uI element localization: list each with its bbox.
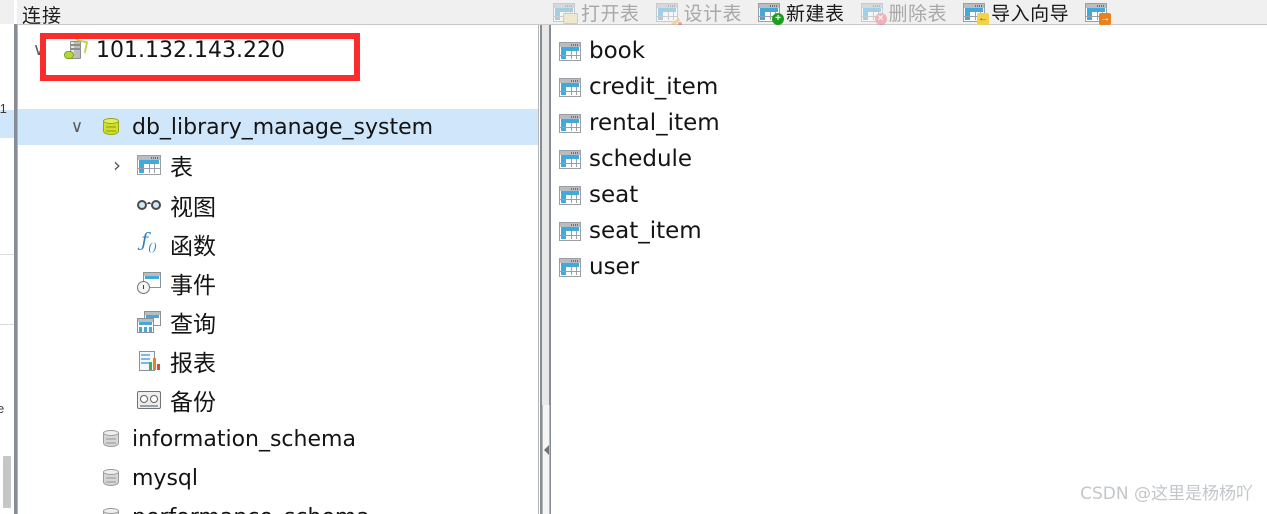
pane-splitter[interactable]	[540, 25, 551, 514]
table-icon	[559, 41, 581, 61]
watermark: CSDN @这里是杨杨吖	[1080, 484, 1253, 504]
toolbar-export-wizard-button[interactable]: →	[1085, 0, 1120, 25]
toolbar-delete-table-label: 删除表	[888, 2, 948, 25]
table-icon	[559, 221, 581, 241]
export-arrow-badge: →	[1099, 12, 1112, 25]
queries-icon	[136, 309, 162, 335]
list-item[interactable]: schedule	[559, 141, 692, 177]
tree-node-backup-label: 备份	[170, 390, 216, 416]
tree-node-mysql[interactable]: mysql	[18, 460, 538, 496]
list-item-label: seat_item	[589, 218, 702, 244]
database-grey-icon	[98, 465, 124, 491]
open-table-icon	[553, 2, 578, 24]
twisty-open-icon[interactable]	[28, 32, 50, 68]
navicat-window: [1 e ) 连接 打开表 设计表	[0, 0, 1267, 514]
tree-node-events[interactable]: 事件	[18, 265, 538, 301]
toolbar-new-table-label: 新建表	[786, 2, 845, 25]
left-strip-glyph-1: [1	[0, 101, 7, 116]
tree-node-queries[interactable]: 查询	[18, 304, 538, 340]
delete-table-icon: ×	[860, 2, 887, 25]
list-item[interactable]: user	[559, 249, 639, 285]
tree-node-database[interactable]: db_library_manage_system	[18, 109, 538, 145]
twisty-closed-icon[interactable]	[106, 147, 128, 183]
table-list-pane[interactable]: book credit_item rental_item schedule se…	[551, 25, 1267, 514]
database-grey-icon	[98, 504, 124, 514]
list-item-label: book	[589, 38, 646, 64]
tree-node-performance-schema-label: performance_schema	[132, 505, 370, 514]
cross-badge: ×	[874, 12, 887, 25]
table-icon	[559, 77, 581, 97]
left-strip-separator-2	[0, 324, 14, 325]
tree-node-performance-schema[interactable]: performance_schema	[18, 499, 538, 514]
left-clipped-strip: [1 e )	[0, 0, 14, 514]
tree-node-reports[interactable]: 报表	[18, 343, 538, 379]
left-strip-header	[0, 0, 14, 25]
tree-node-functions-label: 函数	[170, 234, 216, 260]
import-wizard-icon: ←	[963, 2, 990, 25]
tree-node-server-label: 101.132.143.220	[96, 37, 285, 63]
list-item-label: credit_item	[589, 74, 719, 100]
toolbar-new-table-button[interactable]: + 新建表	[758, 0, 852, 25]
tree-node-tables-label: 表	[170, 155, 193, 181]
tables-folder-icon	[136, 152, 162, 178]
reports-icon	[136, 348, 162, 374]
tree-node-functions[interactable]: ƒ() 函数	[18, 226, 538, 262]
tree-node-information-schema-label: information_schema	[132, 426, 356, 452]
table-icon	[559, 185, 581, 205]
database-grey-icon	[98, 426, 124, 452]
table-icon	[559, 149, 581, 169]
list-item-label: user	[589, 254, 640, 280]
toolbar-delete-table-button[interactable]: × 删除表	[860, 0, 955, 25]
tree-node-views[interactable]: 视图	[18, 187, 538, 223]
twisty-open-icon-db[interactable]	[66, 109, 88, 145]
left-strip-glyph-2: e	[0, 401, 5, 416]
list-item-label: rental_item	[589, 110, 720, 136]
toolbar-import-wizard-label: 导入向导	[991, 2, 1070, 25]
tree-node-mysql-label: mysql	[132, 465, 198, 491]
events-icon	[136, 270, 162, 296]
import-arrow-badge: ←	[977, 12, 990, 25]
views-icon	[136, 192, 162, 218]
table-icon	[559, 113, 581, 133]
list-item[interactable]: seat_item	[559, 213, 702, 249]
tree-node-queries-label: 查询	[170, 312, 216, 338]
list-item[interactable]: rental_item	[559, 105, 720, 141]
plus-badge: +	[772, 12, 785, 25]
list-item[interactable]: seat	[559, 177, 638, 213]
toolbar-import-wizard-button[interactable]: ← 导入向导	[963, 0, 1076, 25]
functions-icon: ƒ()	[141, 229, 157, 254]
left-strip-body: [1 e )	[0, 24, 14, 514]
left-strip-scrollbar[interactable]	[3, 456, 11, 508]
toolbar-design-table-button[interactable]: 设计表	[655, 0, 750, 29]
export-wizard-icon: →	[1085, 2, 1112, 25]
tree-node-reports-label: 报表	[170, 351, 216, 377]
collapse-pane-handle[interactable]	[542, 443, 550, 457]
list-item[interactable]: book	[559, 33, 645, 69]
toolbar-items: 打开表 设计表 + 新建表 × 删除表 ← 导入向导 →	[553, 0, 1129, 29]
design-table-icon	[655, 2, 682, 29]
tree-node-events-label: 事件	[170, 273, 216, 299]
toolbar-design-table-label: 设计表	[683, 2, 743, 25]
tree-node-server[interactable]: 101.132.143.220	[18, 32, 538, 68]
connection-panel-title: 连接	[22, 5, 63, 27]
list-item-label: seat	[589, 182, 639, 208]
tree-node-backup[interactable]: 备份	[18, 382, 538, 418]
database-icon	[98, 114, 124, 140]
list-item[interactable]: credit_item	[559, 69, 718, 105]
table-icon	[559, 257, 581, 277]
tree-node-views-label: 视图	[170, 195, 216, 221]
server-icon	[62, 37, 89, 63]
tree-node-tables[interactable]: 表	[18, 147, 538, 183]
tree-vertical-scrollbar[interactable]	[542, 405, 550, 514]
backup-icon	[136, 387, 162, 413]
toolbar-open-table-label: 打开表	[581, 2, 640, 25]
left-strip-separator-1	[0, 254, 14, 255]
list-item-label: schedule	[589, 146, 693, 172]
new-table-icon: +	[758, 2, 785, 25]
connection-tree-pane[interactable]: 101.132.143.220 db_library_manage_system…	[17, 25, 539, 514]
tree-node-database-label: db_library_manage_system	[132, 114, 434, 140]
toolbar-open-table-button[interactable]: 打开表	[553, 0, 647, 25]
tree-node-information-schema[interactable]: information_schema	[18, 421, 538, 457]
